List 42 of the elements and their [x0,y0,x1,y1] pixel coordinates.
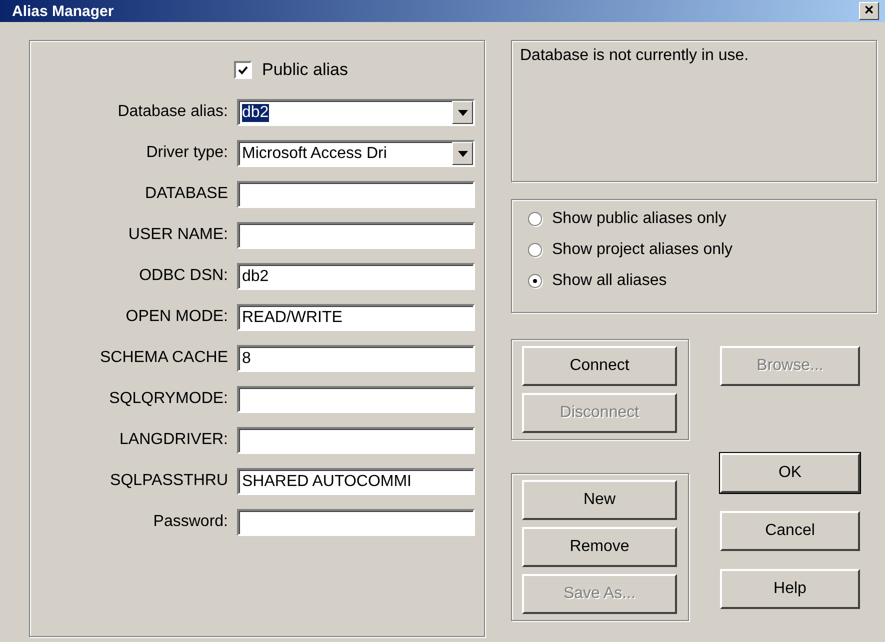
field-label: LANGDRIVER: [118,430,228,448]
field-label: ODBC DSN: [138,266,228,284]
radio-label: Show public aliases only [552,210,726,228]
connection-button[interactable]: Connect [522,346,677,386]
input-field[interactable]: db2 [237,263,475,290]
field-label: Database alias: [116,102,228,120]
field-label: DATABASE [144,184,228,202]
field-label: Driver type: [145,144,228,162]
dialog-button[interactable]: Help [720,569,860,609]
combo-box[interactable]: db2 [237,99,475,126]
input-field[interactable] [237,181,475,208]
input-field[interactable] [237,509,475,536]
window-title: Alias Manager [12,2,114,20]
field-label: SQLQRYMODE: [108,390,228,408]
alias-action-button[interactable]: Remove [522,527,677,567]
input-field[interactable] [237,427,475,454]
radio-button[interactable] [528,243,542,257]
field-label: SQLPASSTHRU [109,472,228,490]
field-label: USER NAME: [127,226,228,244]
radio-label: Show all aliases [552,272,667,290]
checkmark-icon [238,66,248,74]
dropdown-arrow-icon [458,110,468,116]
dropdown-arrow-icon [458,150,468,156]
dialog-button[interactable]: OK [720,453,860,493]
input-field[interactable] [237,222,475,249]
checkbox-label: Public alias [262,60,348,80]
input-field[interactable] [237,386,475,413]
radio-label: Show project aliases only [552,241,733,259]
dialog-button[interactable]: Cancel [720,511,860,551]
field-label: Password: [152,512,228,530]
public-alias-checkbox[interactable] [234,61,252,79]
radio-button[interactable] [528,212,542,226]
field-label: OPEN MODE: [124,308,228,326]
input-field[interactable]: READ/WRITE [237,304,475,331]
input-field[interactable]: SHARED AUTOCOMMI [237,468,475,495]
close-button[interactable]: × [859,2,879,20]
input-field[interactable]: 8 [237,345,475,372]
status-text: Database is not currently in use. [520,47,749,64]
radio-button[interactable] [528,274,542,288]
combo-box[interactable]: Microsoft Access Dri [237,140,475,167]
field-label: SCHEMA CACHE [98,348,228,366]
alias-action-button[interactable]: New [522,480,677,520]
